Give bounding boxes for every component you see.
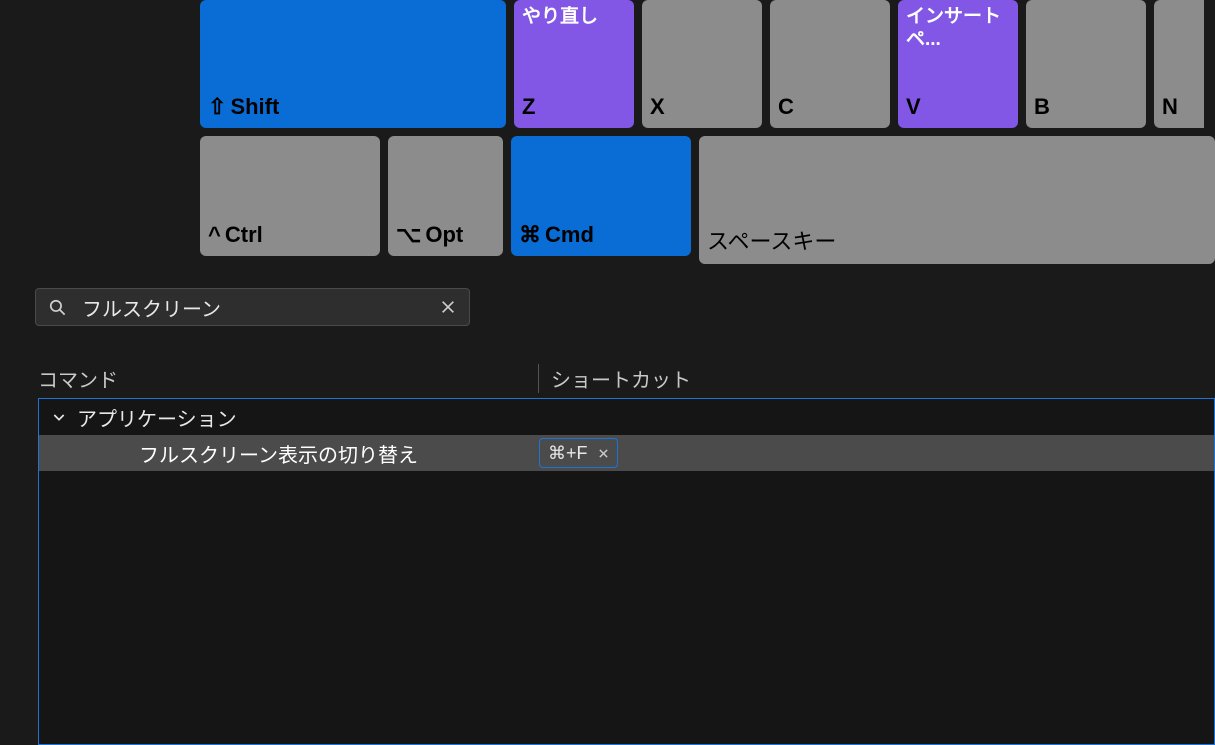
b-key[interactable]: B [1026, 0, 1146, 128]
remove-shortcut-icon[interactable] [598, 448, 609, 459]
c-key-bottom-label: C [778, 94, 882, 120]
clear-search-icon[interactable] [435, 294, 461, 320]
opt-key[interactable]: ⌥Opt [388, 136, 503, 256]
shift-key[interactable]: ⇧Shift [200, 0, 506, 128]
v-key-text: V [906, 94, 921, 120]
z-key[interactable]: やり直し Z [514, 0, 634, 128]
ctrl-key-glyph: ^ [208, 222, 221, 248]
space-key-text: スペースキー [707, 224, 836, 256]
opt-key-text: Opt [425, 222, 463, 248]
chevron-down-icon [47, 405, 71, 429]
v-key[interactable]: インサートペ... V [898, 0, 1018, 128]
space-key-bottom-label: スペースキー [707, 224, 1207, 256]
shortcut-row-label: フルスクリーン表示の切り替え [39, 439, 539, 468]
v-key-bottom-label: V [906, 94, 1010, 120]
shortcut-list: アプリケーション フルスクリーン表示の切り替え ⌘+F [38, 398, 1215, 745]
c-key[interactable]: C [770, 0, 890, 128]
x-key-bottom-label: X [650, 94, 754, 120]
c-key-text: C [778, 94, 794, 120]
ctrl-key-text: Ctrl [225, 222, 263, 248]
b-key-text: B [1034, 94, 1050, 120]
group-row-application[interactable]: アプリケーション [39, 399, 1214, 435]
cmd-key-bottom-label: ⌘Cmd [519, 222, 683, 248]
cmd-key-text: Cmd [545, 222, 594, 248]
header-command: コマンド [38, 364, 538, 393]
header-shortcut: ショートカット [538, 364, 1215, 393]
ctrl-key-bottom-label: ^Ctrl [208, 222, 372, 248]
b-key-bottom-label: B [1034, 94, 1138, 120]
n-key[interactable]: N [1154, 0, 1204, 128]
space-key[interactable]: スペースキー [699, 136, 1215, 264]
shift-key-bottom-label: ⇧Shift [208, 94, 498, 120]
z-key-bottom-label: Z [522, 94, 626, 120]
z-key-text: Z [522, 94, 535, 120]
opt-key-bottom-label: ⌥Opt [396, 222, 495, 248]
cmd-key-glyph: ⌘ [519, 222, 541, 248]
x-key[interactable]: X [642, 0, 762, 128]
ctrl-key[interactable]: ^Ctrl [200, 136, 380, 256]
group-label: アプリケーション [77, 403, 237, 432]
x-key-text: X [650, 94, 665, 120]
cmd-key[interactable]: ⌘Cmd [511, 136, 691, 256]
shift-key-text: Shift [230, 94, 279, 120]
shortcut-table-header: コマンド ショートカット [38, 362, 1215, 394]
n-key-text: N [1162, 94, 1178, 120]
z-key-top-label: やり直し [522, 6, 626, 29]
shortcut-chip[interactable]: ⌘+F [539, 438, 618, 468]
search-icon [44, 294, 70, 320]
n-key-bottom-label: N [1162, 94, 1196, 120]
shortcut-chip-text: ⌘+F [548, 443, 588, 464]
keyboard-visualizer: ⇧Shift やり直し Z X C インサートペ... V B N ^Ctrl ⌥Opt ⌘Cmd ス… [200, 0, 1215, 272]
shift-key-glyph: ⇧ [208, 94, 226, 120]
search-bar [35, 288, 470, 326]
search-input[interactable] [70, 296, 435, 319]
v-key-top-label: インサートペ... [906, 6, 1010, 52]
opt-key-glyph: ⌥ [396, 222, 421, 248]
shortcut-row-fullscreen[interactable]: フルスクリーン表示の切り替え ⌘+F [39, 435, 1214, 471]
